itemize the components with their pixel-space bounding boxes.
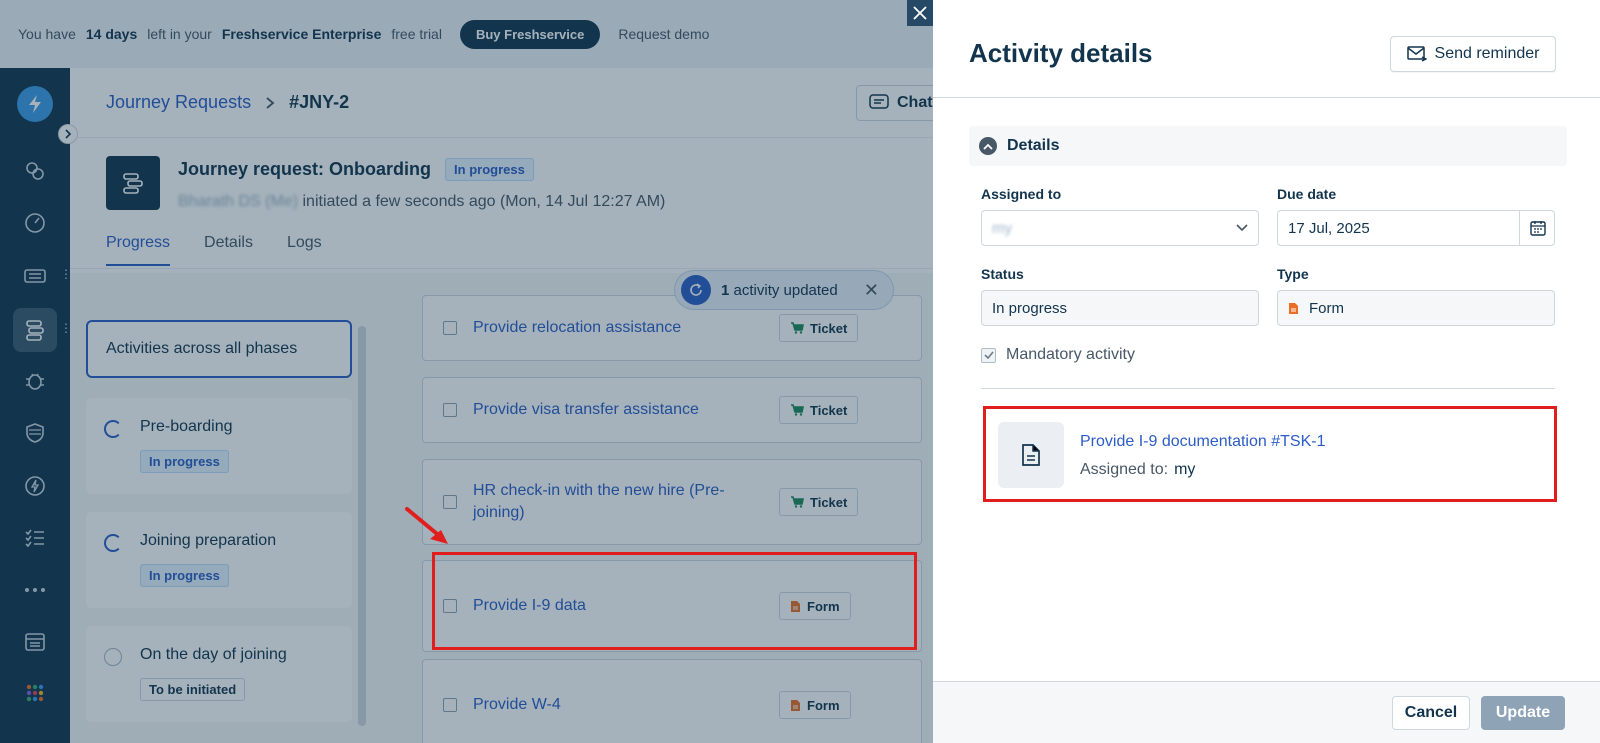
calendar-icon[interactable] [1530, 220, 1546, 236]
drawer-footer: Cancel Update [933, 681, 1600, 743]
linked-task-assignee: Assigned to: my [1080, 461, 1195, 479]
drawer-header: Activity details Send reminder [933, 0, 1600, 98]
send-reminder-label: Send reminder [1434, 45, 1540, 62]
type-value: Form [1309, 299, 1344, 317]
activity-details-drawer: Activity details Send reminder Details A… [933, 0, 1600, 743]
type-field: Form [1277, 290, 1555, 326]
mandatory-label: Mandatory activity [1006, 346, 1135, 363]
due-date-value: 17 Jul, 2025 [1288, 219, 1370, 237]
send-reminder-button[interactable]: Send reminder [1390, 36, 1556, 72]
linked-task-assigned-label: Assigned to: [1080, 461, 1169, 478]
mandatory-checkbox[interactable] [981, 347, 996, 363]
chevron-up-icon [979, 137, 997, 155]
details-section-header[interactable]: Details [969, 126, 1567, 166]
update-button[interactable]: Update [1481, 696, 1565, 730]
document-icon [998, 422, 1064, 488]
mandatory-activity-row: Mandatory activity [981, 346, 1135, 364]
linked-task-card: Provide I-9 documentation #TSK-1 Assigne… [983, 406, 1557, 502]
due-date-label: Due date [1277, 186, 1337, 202]
close-icon [913, 6, 927, 20]
due-date-field[interactable]: 17 Jul, 2025 [1277, 210, 1555, 246]
linked-task-assigned-value: my [1174, 461, 1196, 478]
assigned-to-label: Assigned to [981, 186, 1062, 202]
status-label: Status [981, 266, 1024, 282]
type-label: Type [1277, 266, 1309, 282]
annotation-highlight-box [432, 552, 917, 650]
status-value: In progress [992, 299, 1068, 317]
divider [981, 388, 1555, 389]
linked-task-link[interactable]: Provide I-9 documentation #TSK-1 [1080, 433, 1325, 451]
form-document-icon [1289, 302, 1298, 314]
close-drawer-button[interactable] [907, 0, 933, 26]
drawer-title: Activity details [969, 38, 1153, 68]
assigned-to-select[interactable]: my [981, 210, 1259, 246]
cancel-button[interactable]: Cancel [1392, 696, 1470, 730]
annotation-arrow-icon [405, 507, 448, 544]
status-field: In progress [981, 290, 1259, 326]
due-date-separator [1519, 211, 1520, 245]
details-section-title: Details [1007, 137, 1060, 154]
checkmark-icon [983, 351, 994, 359]
chevron-down-icon [1236, 224, 1248, 232]
mail-reminder-icon [1406, 46, 1427, 62]
assigned-to-value: my [992, 219, 1012, 237]
